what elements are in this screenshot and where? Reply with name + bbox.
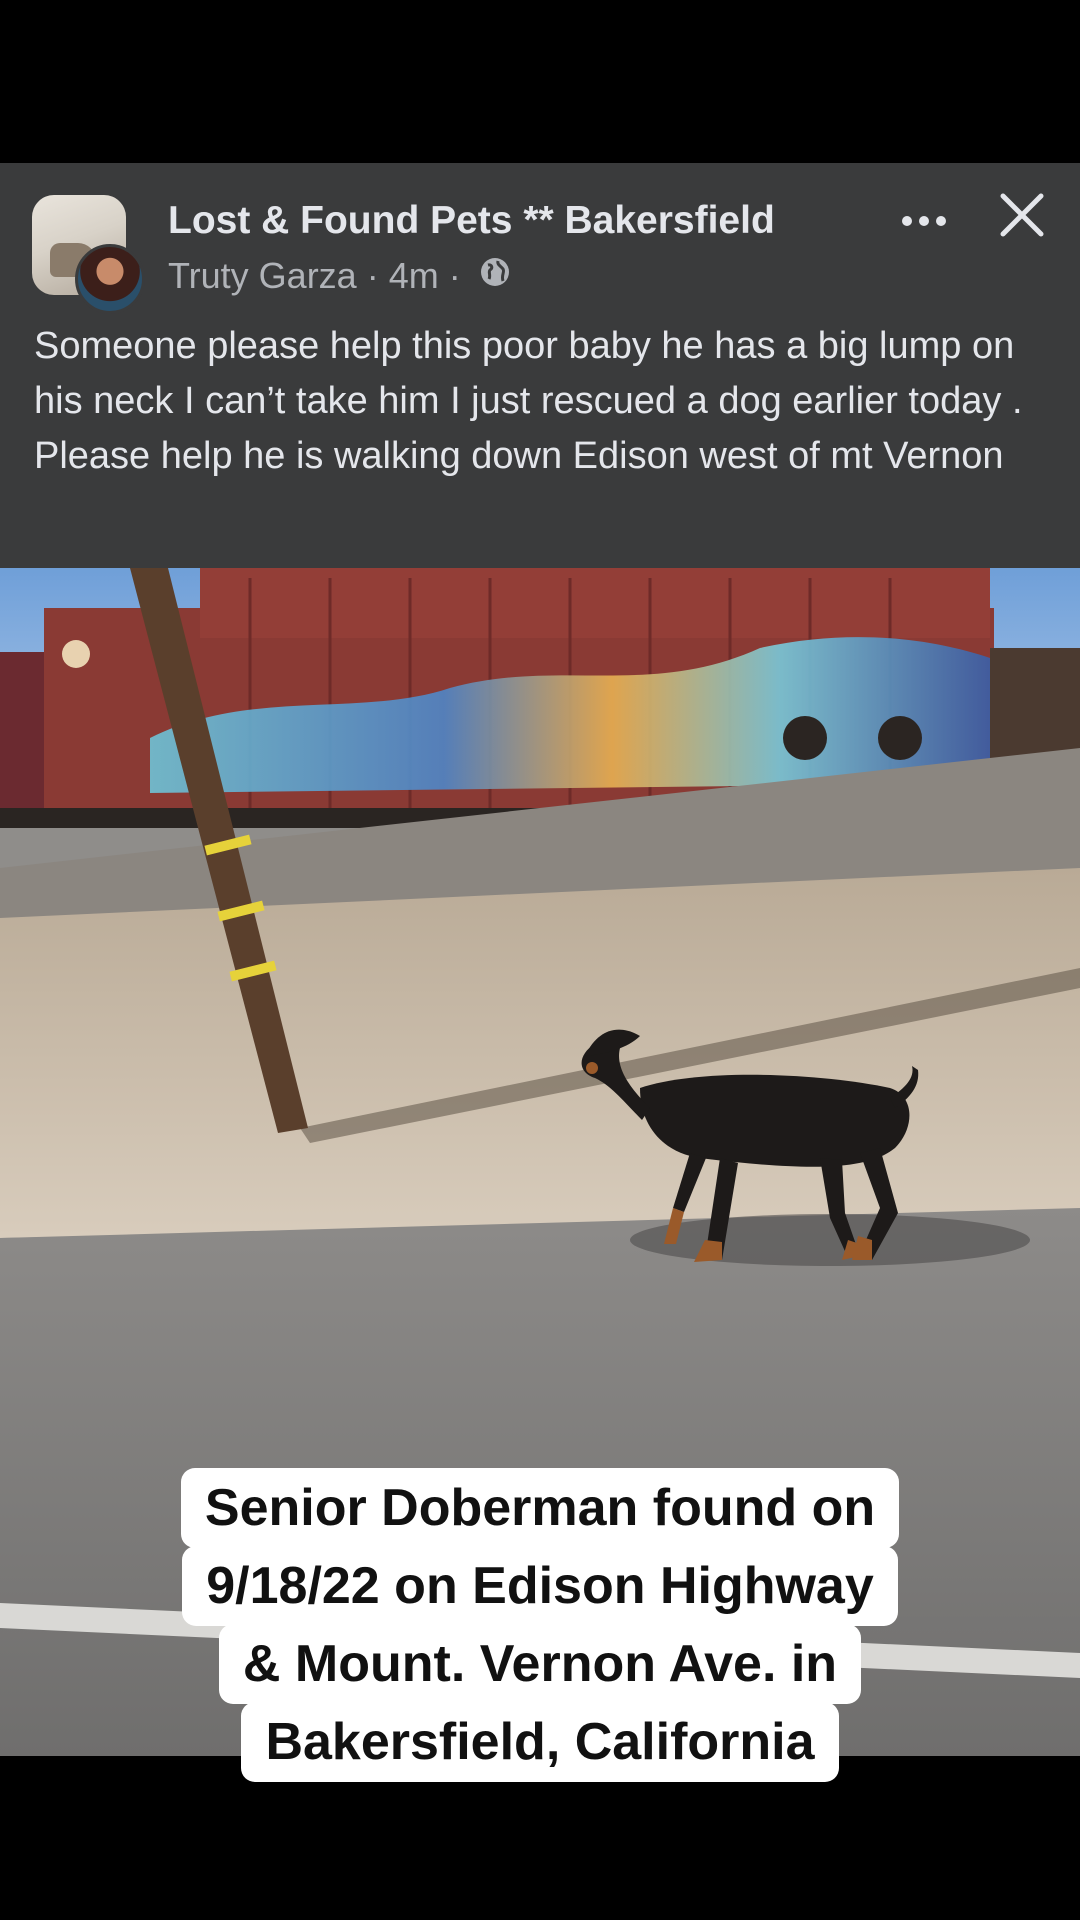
post-meta: Truty Garza · 4m · (168, 255, 511, 297)
globe-icon (479, 255, 511, 297)
close-icon (1000, 193, 1044, 237)
caption-line: Senior Doberman found on (180, 1468, 900, 1548)
post-time[interactable]: 4m (389, 255, 439, 297)
caption-line: Bakersfield, California (241, 1702, 839, 1782)
meta-separator: · (366, 255, 379, 296)
post-avatars[interactable] (32, 195, 145, 314)
caption-overlay: Senior Doberman found on 9/18/22 on Edis… (0, 1468, 1080, 1786)
more-options-icon (902, 216, 946, 226)
post-text: Someone please help this poor baby he ha… (34, 325, 1023, 477)
caption-line: & Mount. Vernon Ave. in (218, 1624, 862, 1704)
meta-separator: · (448, 255, 461, 296)
caption-line: 9/18/22 on Edison Highway (182, 1546, 898, 1626)
user-avatar[interactable] (75, 244, 145, 314)
author-name[interactable]: Truty Garza (168, 255, 357, 297)
post-header: Lost & Found Pets ** Bakersfield Truty G… (0, 163, 1080, 568)
group-name[interactable]: Lost & Found Pets ** Bakersfield (168, 199, 775, 243)
close-button[interactable] (992, 185, 1052, 245)
more-options-button[interactable] (892, 201, 956, 241)
